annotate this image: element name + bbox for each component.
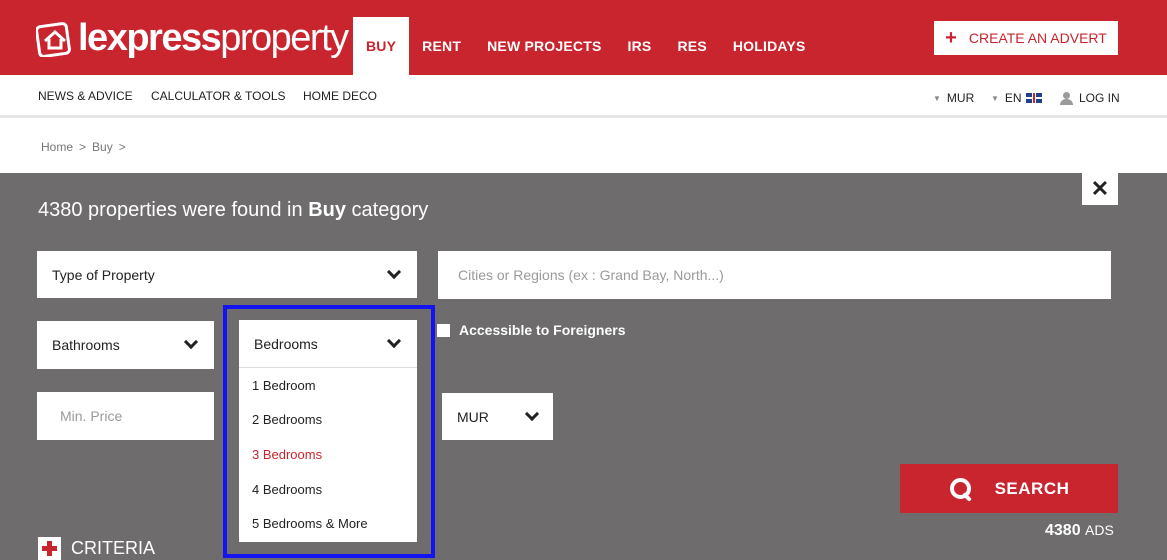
search-icon [949, 477, 973, 501]
bedrooms-dropdown-list: 1 Bedroom 2 Bedrooms 3 Bedrooms 4 Bedroo… [239, 368, 417, 542]
min-price-input[interactable]: Min. Price [37, 392, 214, 440]
results-heading: 4380 properties were found in Buy catego… [38, 199, 429, 221]
cities-placeholder: Cities or Regions (ex : Grand Bay, North… [458, 267, 724, 283]
top-header: lexpressproperty BUY RENT NEW PROJECTS I… [0, 0, 1167, 75]
bedrooms-option-3[interactable]: 3 Bedrooms [252, 447, 322, 462]
chevron-down-icon [386, 264, 402, 279]
currency-label: MUR [946, 91, 975, 105]
create-advert-label: CREATE AN ADVERT [968, 30, 1107, 46]
uk-flag-icon [1025, 93, 1042, 103]
login-link[interactable]: LOG IN [1060, 91, 1120, 105]
checkbox-box[interactable] [437, 323, 450, 337]
bedrooms-label: Bedrooms [254, 335, 318, 352]
criteria-label: CRITERIA [71, 538, 156, 558]
type-of-property-select[interactable]: Type of Property [37, 251, 417, 298]
create-advert-button[interactable]: + CREATE AN ADVERT [934, 21, 1118, 55]
language-selector[interactable]: ▼ EN [991, 91, 1042, 105]
bedrooms-option-1[interactable]: 1 Bedroom [252, 378, 316, 393]
nav-rent[interactable]: RENT [409, 17, 474, 75]
breadcrumb-buy[interactable]: Buy [92, 140, 113, 154]
nav-res[interactable]: RES [664, 17, 719, 75]
user-icon [1060, 91, 1073, 105]
currency-select[interactable]: MUR [442, 393, 553, 440]
bathrooms-select[interactable]: Bathrooms [37, 321, 214, 369]
currency-selector[interactable]: ▼ MUR [933, 91, 974, 105]
criteria-toggle[interactable]: CRITERIA [38, 537, 155, 560]
type-of-property-label: Type of Property [52, 266, 155, 283]
plus-icon [38, 537, 61, 560]
house-logo-icon [36, 22, 71, 57]
caret-down-icon: ▼ [933, 93, 941, 103]
nav-holidays[interactable]: HOLIDAYS [720, 17, 819, 75]
chevron-down-icon [386, 333, 402, 348]
chevron-down-icon [183, 334, 199, 350]
bedrooms-select[interactable]: Bedrooms [239, 320, 417, 368]
main-nav: BUY RENT NEW PROJECTS IRS RES HOLIDAYS [353, 17, 819, 75]
bathrooms-label: Bathrooms [52, 337, 120, 353]
secondary-nav: NEWS & ADVICE CALCULATOR & TOOLS HOME DE… [0, 75, 1167, 118]
accessible-foreigners-checkbox[interactable]: Accessible to Foreigners [437, 322, 626, 338]
bedrooms-option-4[interactable]: 4 Bedrooms [252, 482, 322, 497]
close-search-button[interactable]: ✕ [1082, 173, 1118, 205]
logo-text: lexpressproperty [78, 17, 349, 59]
search-label: SEARCH [994, 478, 1070, 498]
login-label: LOG IN [1079, 91, 1120, 105]
breadcrumb-home[interactable]: Home [41, 140, 73, 154]
language-label: EN [1004, 91, 1022, 105]
nav-new-projects[interactable]: NEW PROJECTS [474, 17, 614, 75]
search-button[interactable]: SEARCH [900, 464, 1118, 513]
breadcrumb-separator: > [79, 140, 87, 154]
plus-icon: + [945, 27, 957, 49]
breadcrumb-separator: > [118, 140, 126, 154]
breadcrumb: Home > Buy > [41, 140, 132, 154]
nav-home-deco[interactable]: HOME DECO [303, 89, 377, 103]
ads-count: 4380 ADS [1045, 522, 1114, 539]
site-logo[interactable]: lexpressproperty [36, 14, 349, 62]
accessible-foreigners-label: Accessible to Foreigners [459, 322, 626, 338]
bedrooms-option-2[interactable]: 2 Bedrooms [252, 412, 322, 427]
min-price-placeholder: Min. Price [60, 408, 123, 424]
bedrooms-option-5-plus[interactable]: 5 Bedrooms & More [252, 516, 368, 531]
nav-irs[interactable]: IRS [615, 17, 665, 75]
chevron-down-icon [524, 406, 540, 421]
close-icon: ✕ [1090, 176, 1110, 201]
caret-down-icon: ▼ [991, 93, 999, 103]
nav-calculator-tools[interactable]: CALCULATOR & TOOLS [151, 89, 286, 103]
nav-news-advice[interactable]: NEWS & ADVICE [38, 89, 133, 103]
currency-select-label: MUR [457, 408, 489, 425]
cities-input[interactable]: Cities or Regions (ex : Grand Bay, North… [438, 251, 1111, 299]
nav-buy[interactable]: BUY [353, 17, 410, 75]
